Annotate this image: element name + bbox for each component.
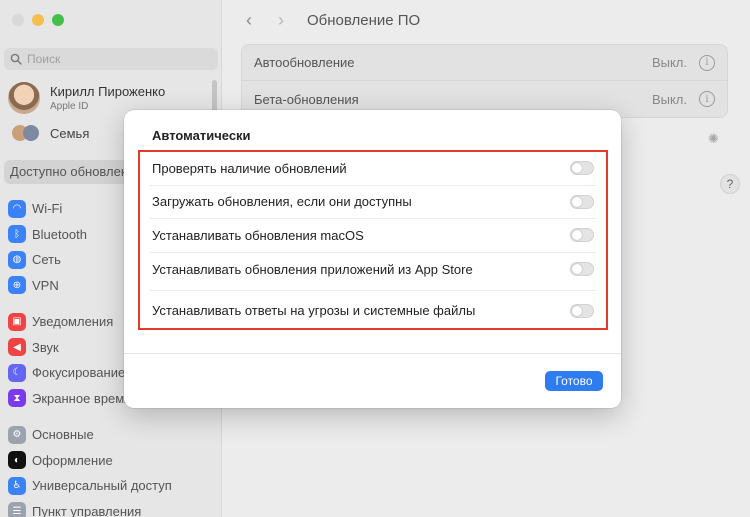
- bluetooth-icon: ᛒ: [8, 225, 26, 244]
- options-highlight-box: Проверять наличие обновлений Загружать о…: [138, 150, 608, 330]
- general-icon: ⚙: [8, 425, 26, 444]
- option-label: Устанавливать ответы на угрозы и системн…: [152, 303, 476, 318]
- toggle-switch[interactable]: [570, 303, 594, 318]
- search-icon: [10, 53, 22, 65]
- toggle-switch[interactable]: [570, 262, 594, 277]
- accessibility-icon: ♿: [8, 476, 26, 495]
- profile-name: Кирилл Пироженко: [50, 84, 166, 99]
- focus-icon: ☾: [8, 363, 26, 382]
- sidebar-item-label: Основные: [32, 427, 94, 443]
- sidebar-group-notifications: ▣ Уведомления ◀ Звук ☾ Фокусирование ⧗ Экранное…: [8, 309, 131, 411]
- vpn-icon: ⊕: [8, 276, 26, 295]
- network-icon: ◍: [8, 250, 26, 269]
- sidebar-item-bluetooth[interactable]: ᛒ Bluetooth: [8, 222, 87, 248]
- dialog-title: Автоматически: [152, 128, 251, 143]
- sidebar-item-screen-time[interactable]: ⧗ Экранное время: [8, 386, 131, 412]
- family-label: Семья: [50, 125, 90, 141]
- option-label: Устанавливать обновления macOS: [152, 227, 364, 243]
- page-title: Обновление ПО: [307, 12, 421, 29]
- back-arrow-icon[interactable]: ‹: [241, 10, 257, 31]
- done-button[interactable]: Готово: [545, 371, 603, 391]
- avatar: [8, 82, 40, 114]
- sidebar-item-sound[interactable]: ◀ Звук: [8, 335, 131, 361]
- sidebar-item-control-center[interactable]: ☰ Пункт управления: [8, 499, 172, 517]
- setting-label: Автообновление: [254, 55, 355, 70]
- window-controls: [12, 14, 64, 26]
- help-button[interactable]: ?: [720, 174, 740, 194]
- option-check-updates[interactable]: Проверять наличие обновлений: [150, 152, 596, 186]
- automatic-updates-dialog: Автоматически Проверять наличие обновлен…: [124, 110, 621, 408]
- option-install-macos-updates[interactable]: Устанавливать обновления macOS: [150, 219, 596, 253]
- sidebar-item-label: Фокусирование: [32, 365, 126, 381]
- update-settings-box: Автообновление Выкл. i Бета-обновления Вы…: [241, 44, 728, 118]
- sidebar-item-label: Экранное время: [32, 390, 132, 406]
- sidebar-item-label: Пункт управления: [32, 503, 142, 517]
- wifi-icon: ◠: [8, 199, 26, 218]
- sidebar-item-appearance[interactable]: ◐ Оформление: [8, 448, 172, 474]
- sidebar-item-wifi[interactable]: ◠ Wi-Fi: [8, 196, 87, 222]
- dialog-divider: [124, 353, 621, 354]
- sidebar-item-label: VPN: [32, 277, 59, 293]
- sidebar-group-network: ◠ Wi-Fi ᛒ Bluetooth ◍ Сеть ⊕ VPN: [8, 196, 87, 298]
- sidebar-item-notifications[interactable]: ▣ Уведомления: [8, 309, 131, 335]
- family-avatars-icon: [12, 124, 42, 142]
- setting-value: Выкл.: [651, 55, 687, 70]
- option-label: Проверять наличие обновлений: [152, 160, 347, 176]
- sidebar-item-label: Оформление: [32, 452, 113, 468]
- control-center-icon: ☰: [8, 502, 26, 517]
- sidebar-item-label: Универсальный доступ: [32, 478, 172, 494]
- sidebar-item-label: Bluetooth: [32, 226, 87, 242]
- option-download-updates[interactable]: Загружать обновления, если они доступны: [150, 186, 596, 219]
- screen-time-icon: ⧗: [8, 389, 26, 408]
- sidebar-item-label: Сеть: [32, 252, 61, 268]
- sidebar-item-label: Звук: [32, 339, 59, 355]
- close-window-button[interactable]: [12, 14, 24, 26]
- sidebar-group-system: ⚙ Основные ◐ Оформление ♿ Универсальный досту…: [8, 422, 172, 517]
- appearance-icon: ◐: [8, 451, 26, 470]
- search-input[interactable]: [27, 52, 207, 66]
- option-label: Загружать обновления, если они доступны: [152, 194, 412, 210]
- sidebar-item-family[interactable]: Семья: [12, 124, 89, 142]
- navigation-bar: ‹ › Обновление ПО: [241, 10, 420, 31]
- sidebar-item-label: Уведомления: [32, 314, 114, 330]
- toggle-switch[interactable]: [570, 194, 594, 209]
- minimize-window-button[interactable]: [32, 14, 44, 26]
- forward-arrow-icon[interactable]: ›: [273, 10, 289, 31]
- toggle-switch[interactable]: [570, 161, 594, 176]
- option-install-security-responses[interactable]: Устанавливать ответы на угрозы и системн…: [150, 290, 596, 330]
- setting-row-auto-update[interactable]: Автообновление Выкл. i: [242, 45, 727, 81]
- info-icon[interactable]: i: [699, 91, 715, 107]
- sidebar-item-vpn[interactable]: ⊕ VPN: [8, 273, 87, 299]
- setting-value: Выкл.: [651, 91, 687, 107]
- zoom-window-button[interactable]: [52, 14, 64, 26]
- option-label: Устанавливать обновления приложений из A…: [152, 261, 473, 277]
- info-icon[interactable]: i: [699, 54, 715, 71]
- sidebar-item-accessibility[interactable]: ♿ Универсальный доступ: [8, 473, 172, 499]
- loading-spinner-icon: ✺: [708, 131, 719, 146]
- sidebar-item-label: Wi-Fi: [32, 201, 63, 217]
- sidebar-item-general[interactable]: ⚙ Основные: [8, 422, 172, 448]
- option-install-app-store-updates[interactable]: Устанавливать обновления приложений из A…: [150, 253, 596, 287]
- sound-icon: ◀: [8, 338, 26, 357]
- setting-label: Бета-обновления: [254, 91, 359, 107]
- toggle-switch[interactable]: [570, 228, 594, 243]
- notifications-icon: ▣: [8, 312, 26, 331]
- sidebar-item-focus[interactable]: ☾ Фокусирование: [8, 360, 131, 386]
- sidebar-item-network[interactable]: ◍ Сеть: [8, 247, 87, 273]
- search-field[interactable]: [4, 48, 218, 70]
